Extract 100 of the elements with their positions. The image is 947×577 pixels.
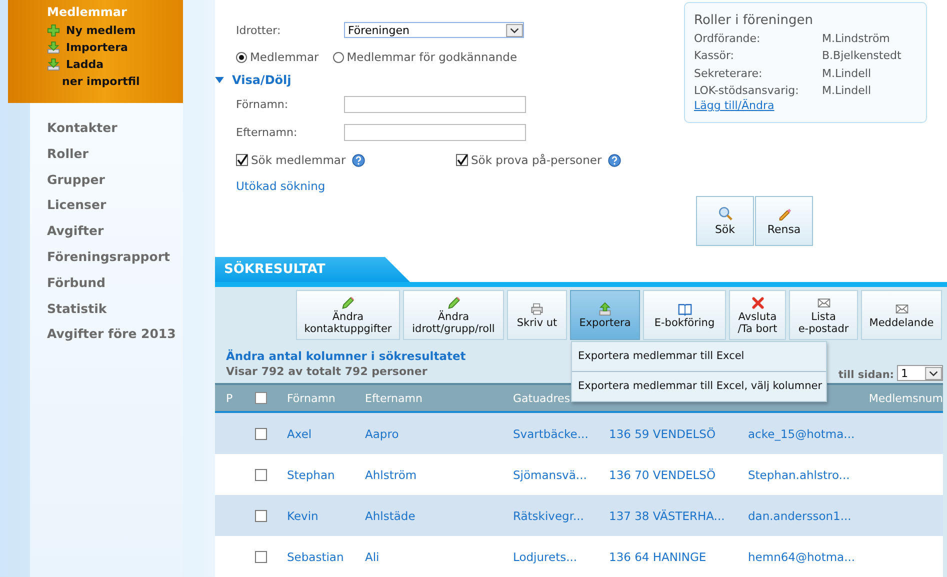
checkbox[interactable]: [236, 154, 248, 166]
help-icon[interactable]: [352, 154, 365, 166]
result-count: Visar 792 av totalt 792 personer: [226, 365, 428, 378]
checkbox[interactable]: [456, 154, 468, 166]
sidebar-item[interactable]: Grupper: [47, 168, 183, 194]
row-checkbox[interactable]: [255, 550, 267, 562]
toolbar-button[interactable]: Skriv ut: [507, 290, 567, 340]
table-cell[interactable]: Stephan.ahlstro...: [748, 468, 860, 482]
toolbar-button[interactable]: Ändra idrott/grupp/roll: [403, 290, 504, 340]
book-icon: [678, 302, 692, 316]
role-holder: M.Lindell: [822, 84, 872, 98]
toolbar-button[interactable]: Ändra kontaktuppgifter: [296, 290, 400, 340]
row-checkbox[interactable]: [255, 428, 267, 440]
search-button[interactable]: Sök: [696, 196, 754, 246]
toolbar-button[interactable]: Exportera: [570, 290, 640, 340]
role-label: Ordförande:: [694, 32, 762, 46]
select-all-checkbox[interactable]: [255, 392, 267, 404]
role-holder: M.Lindell: [822, 66, 872, 80]
radio-option[interactable]: Medlemmar för godkännande: [332, 50, 518, 64]
sidebar-item[interactable]: Kontakter: [47, 117, 183, 143]
role-label: LOK-stödsansvarig:: [694, 84, 800, 98]
table-cell[interactable]: dan.andersson1...: [748, 508, 860, 522]
eraser-icon: [776, 206, 792, 221]
role-holder: M.Lindström: [822, 32, 890, 46]
table-cell[interactable]: hemn64@hotma...: [748, 550, 860, 564]
export-icon: [598, 302, 612, 316]
help-icon[interactable]: [608, 154, 621, 166]
input-field[interactable]: [344, 96, 526, 112]
dropdown-icon: [506, 24, 523, 36]
table-cell[interactable]: Axel: [287, 426, 365, 440]
download-icon: [47, 41, 60, 54]
radio-option[interactable]: Medlemmar: [236, 50, 319, 64]
input-field[interactable]: [344, 124, 526, 140]
search-icon: [718, 206, 732, 221]
table-cell[interactable]: Ahlstäde: [365, 508, 513, 522]
column-header: P: [225, 392, 234, 404]
table-cell[interactable]: 136 59 VENDELSÖ: [609, 426, 748, 440]
pencil-icon: [446, 296, 460, 310]
plus-icon: [47, 24, 60, 37]
member-action-link[interactable]: Ny medlem: [47, 22, 183, 39]
row-checkbox[interactable]: [255, 468, 267, 480]
role-label: Sekreterare:: [694, 66, 764, 80]
pencil-icon: [341, 296, 355, 310]
toolbar-button[interactable]: Meddelande: [861, 290, 942, 340]
sidebar-item[interactable]: Roller: [47, 142, 183, 169]
sport-label: Idrotter:: [236, 24, 282, 36]
sidebar-item[interactable]: Licenser: [47, 194, 183, 220]
sidebar-item[interactable]: Statistik: [47, 298, 183, 324]
table-cell[interactable]: Aapro: [365, 426, 513, 440]
table-cell[interactable]: Kevin: [287, 508, 365, 522]
edit-roles-link[interactable]: Lägg till/Ändra: [694, 99, 774, 112]
envelope-icon: [816, 296, 830, 310]
table-cell[interactable]: Ali: [365, 550, 513, 564]
member-action-link[interactable]: Importera: [47, 39, 183, 56]
roles-title: Roller i föreningen: [694, 13, 814, 28]
download-icon: [47, 58, 60, 71]
sidebar-item[interactable]: Förbund: [47, 272, 183, 298]
row-checkbox[interactable]: [255, 510, 267, 522]
sidebar-item[interactable]: Föreningsrapport: [47, 246, 183, 272]
show-hide-toggle[interactable]: Visa/Dölj: [215, 70, 683, 90]
dropdown-icon: [925, 366, 942, 380]
table-cell[interactable]: Ahlström: [365, 468, 513, 482]
table-cell[interactable]: 136 64 HANINGE: [609, 550, 748, 564]
edit-columns-link[interactable]: Ändra antal kolumner i sökresultatet: [226, 349, 466, 363]
advanced-search-link[interactable]: Utökad sökning: [236, 179, 683, 193]
page-dropdown[interactable]: 1: [897, 365, 943, 381]
member-action-link[interactable]: Ladda ner importfil: [47, 56, 183, 90]
checkbox-option[interactable]: Sök prova på-personer: [456, 153, 621, 167]
sidebar-item[interactable]: Avgifter: [47, 220, 183, 246]
table-cell[interactable]: acke_15@hotma...: [748, 426, 860, 440]
table-cell[interactable]: Svartbäcke...: [513, 426, 609, 440]
toolbar-button[interactable]: E-bokföring: [643, 290, 726, 340]
column-header[interactable]: Förnamn: [287, 392, 365, 404]
menu-item[interactable]: Exportera medlemmar till Excel: [572, 342, 826, 371]
toolbar-button[interactable]: Lista e-postadr: [789, 290, 858, 340]
panel-title: Medlemmar: [47, 5, 128, 19]
radio-button[interactable]: [332, 52, 344, 62]
table-cell[interactable]: 136 70 VENDELSÖ: [609, 468, 748, 482]
clear-button[interactable]: Rensa: [755, 196, 813, 246]
printer-icon: [530, 302, 544, 316]
sport-dropdown[interactable]: Föreningen: [344, 22, 524, 38]
role-label: Kassör:: [694, 49, 735, 62]
envelope-icon: [894, 302, 908, 316]
menu-item[interactable]: Exportera medlemmar till Excel, välj kolumner: [572, 371, 826, 401]
field-label: Efternamn:: [236, 126, 298, 138]
toolbar-button[interactable]: Avsluta /Ta bort: [729, 290, 786, 340]
role-holder: B.Bjelkenstedt: [822, 49, 902, 62]
table-cell[interactable]: Stephan: [287, 468, 365, 482]
column-header[interactable]: Medlemsnum: [860, 392, 943, 404]
table-cell[interactable]: Rätskivegr...: [513, 508, 609, 522]
radio-button[interactable]: [236, 52, 247, 62]
table-cell[interactable]: 137 38 VÄSTERHA...: [609, 508, 748, 522]
table-cell[interactable]: Lodjurets...: [513, 550, 609, 564]
column-header[interactable]: Efternamn: [365, 392, 513, 404]
sidebar-item[interactable]: Avgifter före 2013: [47, 323, 183, 350]
table-cell[interactable]: Sebastian: [287, 550, 365, 564]
x-icon: [750, 296, 764, 310]
checkbox-option[interactable]: Sök medlemmar: [236, 153, 456, 167]
table-cell[interactable]: Sjömansvä...: [513, 468, 609, 482]
per-page-label: till sidan:: [838, 369, 894, 381]
